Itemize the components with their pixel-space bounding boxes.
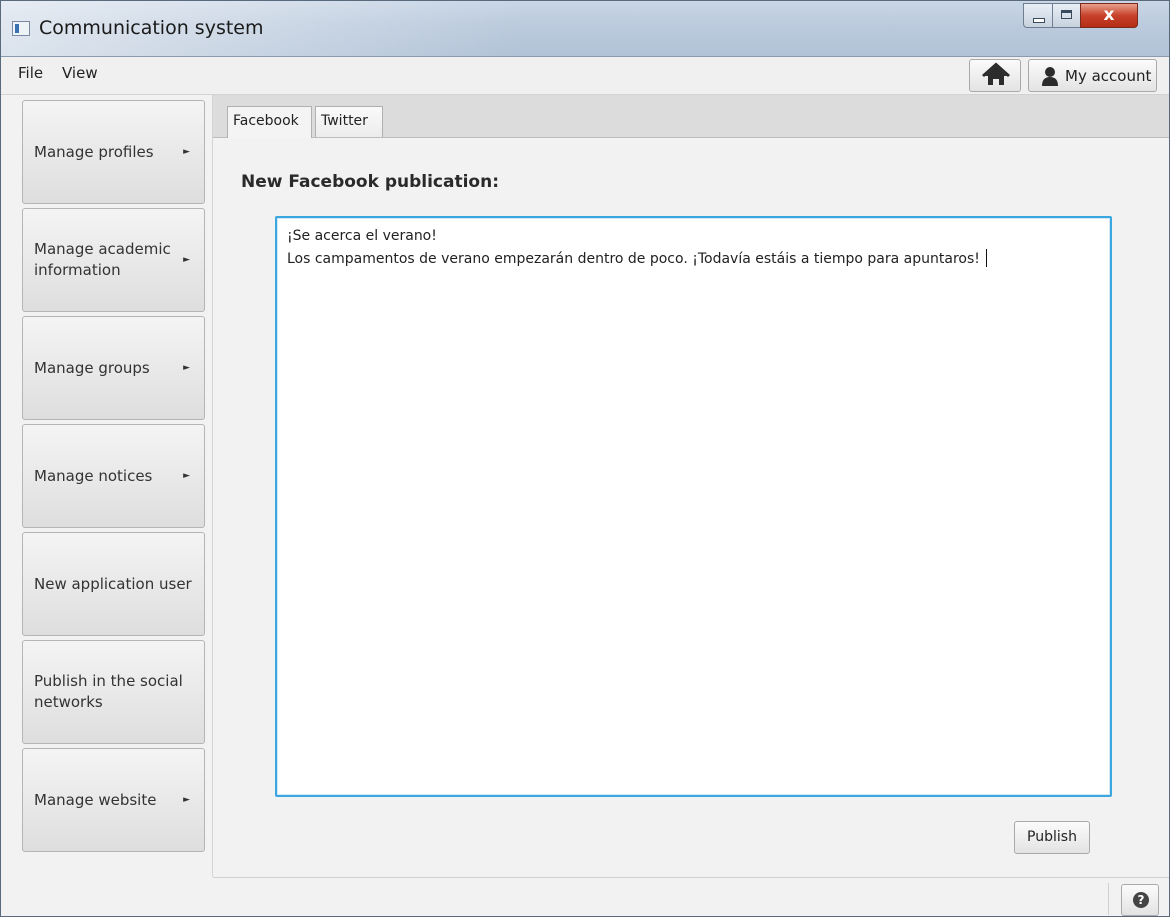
- publication-textarea[interactable]: ¡Se acerca el verano! Los campamentos de…: [275, 216, 1112, 797]
- my-account-label: My account: [1065, 67, 1152, 85]
- submenu-arrow-icon: ►: [183, 471, 190, 481]
- sidebar-item-label: Manage academic information: [34, 240, 171, 279]
- textarea-line: Los campamentos de verano empezarán dent…: [287, 251, 980, 267]
- submenu-arrow-icon: ►: [183, 255, 190, 265]
- sidebar-item-manage-notices[interactable]: Manage notices ►: [22, 424, 205, 528]
- menu-file[interactable]: File: [18, 64, 43, 82]
- sidebar-item-manage-website[interactable]: Manage website ►: [22, 748, 205, 852]
- user-icon: [1042, 67, 1058, 86]
- menu-bar: File View My account: [1, 57, 1169, 95]
- tab-facebook[interactable]: Facebook: [227, 106, 312, 138]
- submenu-arrow-icon: ►: [183, 147, 190, 157]
- text-caret: [985, 249, 987, 267]
- submenu-arrow-icon: ►: [183, 363, 190, 373]
- tab-bar: Facebook Twitter: [213, 95, 1169, 138]
- publication-heading: New Facebook publication:: [241, 172, 500, 192]
- status-divider: [213, 877, 1169, 878]
- status-separator: [1108, 883, 1109, 915]
- my-account-button[interactable]: My account: [1028, 59, 1157, 92]
- sidebar: Manage profiles ► Manage academic inform…: [1, 95, 211, 883]
- sidebar-item-label: Manage groups: [34, 358, 150, 377]
- textarea-line: ¡Se acerca el verano!: [287, 228, 437, 244]
- close-button[interactable]: x: [1080, 3, 1138, 28]
- home-icon: [982, 62, 1010, 85]
- minimize-icon: [1033, 18, 1045, 23]
- title-bar[interactable]: Communication system x: [1, 1, 1169, 57]
- close-icon: x: [1103, 5, 1115, 25]
- help-button[interactable]: ?: [1121, 884, 1159, 916]
- tab-twitter[interactable]: Twitter: [315, 106, 383, 137]
- app-window: Communication system x File View My acco…: [0, 0, 1170, 917]
- sidebar-item-manage-academic-information[interactable]: Manage academic information ►: [22, 208, 205, 312]
- menu-view[interactable]: View: [62, 64, 98, 82]
- minimize-button[interactable]: [1023, 3, 1053, 28]
- help-icon: ?: [1133, 892, 1149, 908]
- sidebar-item-label: Publish in the social networks: [34, 672, 183, 711]
- home-button[interactable]: [969, 59, 1021, 92]
- sidebar-divider: [212, 95, 213, 877]
- textarea-line-with-caret: Los campamentos de verano empezarán dent…: [287, 249, 987, 267]
- sidebar-item-new-application-user[interactable]: New application user: [22, 532, 205, 636]
- sidebar-item-label: New application user: [34, 574, 192, 593]
- maximize-button[interactable]: [1052, 3, 1081, 28]
- sidebar-item-label: Manage website: [34, 790, 157, 809]
- publish-button[interactable]: Publish: [1014, 821, 1090, 854]
- submenu-arrow-icon: ►: [183, 795, 190, 805]
- maximize-icon: [1061, 10, 1072, 19]
- sidebar-item-manage-groups[interactable]: Manage groups ►: [22, 316, 205, 420]
- app-icon[interactable]: [12, 21, 30, 36]
- sidebar-item-label: Manage profiles: [34, 142, 154, 161]
- sidebar-item-publish-social-networks[interactable]: Publish in the social networks: [22, 640, 205, 744]
- sidebar-item-label: Manage notices: [34, 466, 153, 485]
- window-title: Communication system: [39, 17, 264, 39]
- sidebar-item-manage-profiles[interactable]: Manage profiles ►: [22, 100, 205, 204]
